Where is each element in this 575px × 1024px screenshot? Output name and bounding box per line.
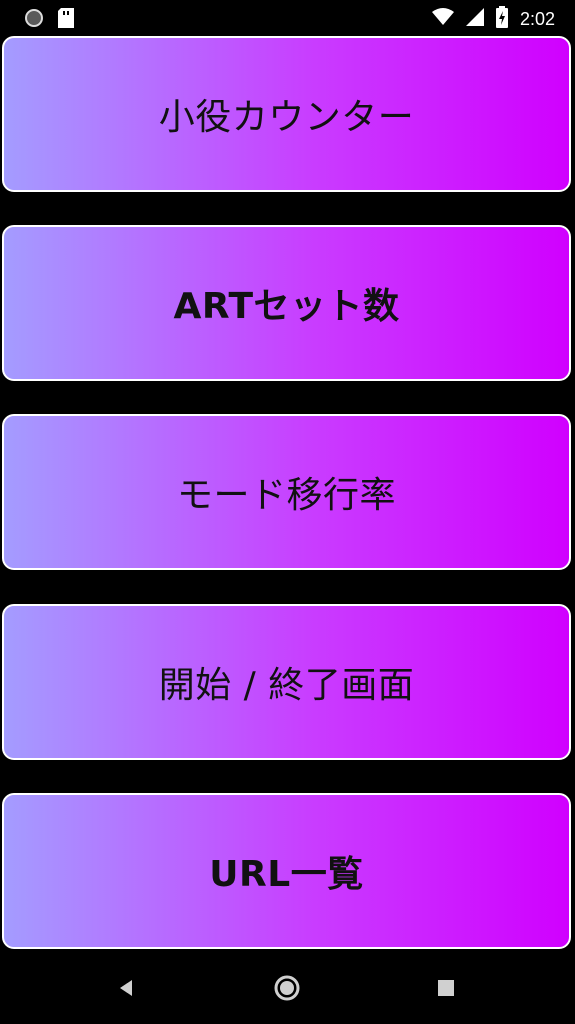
wifi-icon — [431, 8, 454, 30]
record-icon — [24, 8, 44, 32]
mode-transition-rate-button[interactable]: モード移行率 — [2, 414, 571, 570]
menu-label: 開始 / 終了画面 — [158, 665, 415, 706]
role-counter-button[interactable]: 小役カウンター — [2, 36, 571, 192]
clock: 2:02 — [519, 9, 555, 29]
menu-label: 小役カウンター — [158, 97, 415, 138]
navigation-bar — [0, 952, 575, 1024]
url-list-button[interactable]: URL一覧 — [2, 793, 571, 949]
sd-card-icon — [58, 8, 74, 32]
recents-icon[interactable] — [424, 966, 468, 1010]
home-icon[interactable] — [265, 966, 309, 1010]
art-set-count-button[interactable]: ARTセット数 — [2, 225, 571, 381]
status-bar: 2:02 — [0, 0, 575, 36]
menu-label: モード移行率 — [176, 475, 396, 516]
start-end-screen-button[interactable]: 開始 / 終了画面 — [2, 604, 571, 760]
status-right: 2:02 — [431, 6, 555, 32]
menu-label: ARTセット数 — [173, 286, 400, 327]
battery-charging-icon — [495, 6, 508, 32]
cell-signal-icon — [465, 8, 484, 30]
status-left — [24, 8, 74, 32]
back-icon[interactable] — [104, 966, 148, 1010]
menu-label: URL一覧 — [209, 854, 364, 895]
